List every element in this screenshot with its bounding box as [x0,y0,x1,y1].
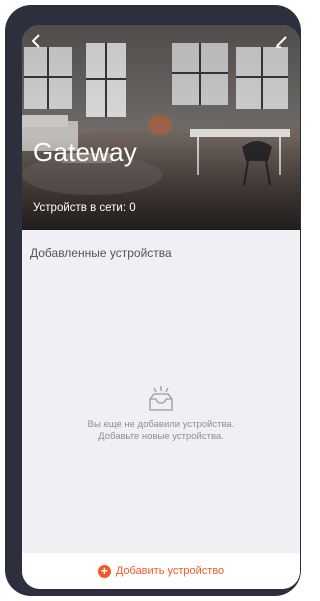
side-button-upper [5,113,12,169]
online-devices-count: Устройств в сети: 0 [33,202,136,214]
empty-message: Вы еще не добавили устройства. Добавьте … [22,419,300,443]
header-background-image: Gateway Устройств в сети: 0 [22,25,300,230]
empty-message-line-2: Добавьте новые устройства. [98,431,224,442]
plus-circle-icon: + [97,564,111,578]
empty-state: Вы еще не добавили устройства. Добавьте … [22,385,300,443]
empty-message-line-1: Вы еще не добавили устройства. [87,419,235,430]
pencil-icon [276,36,287,48]
add-device-label: Добавить устройство [115,565,225,577]
back-button[interactable] [29,33,49,53]
gateway-title: Gateway [33,137,138,167]
added-devices-label: Добавленные устройства [30,246,172,260]
empty-tray-icon [149,386,173,411]
app-screen: Gateway Устройств в сети: 0 Добавленные … [22,25,300,589]
room-photo [22,25,300,230]
phone-frame: Gateway Устройств в сети: 0 Добавленные … [5,5,301,596]
edit-button[interactable] [274,33,294,53]
add-device-button[interactable]: + Добавить устройство [22,553,300,589]
side-button-lower [5,173,12,229]
chevron-left-icon [31,34,40,48]
